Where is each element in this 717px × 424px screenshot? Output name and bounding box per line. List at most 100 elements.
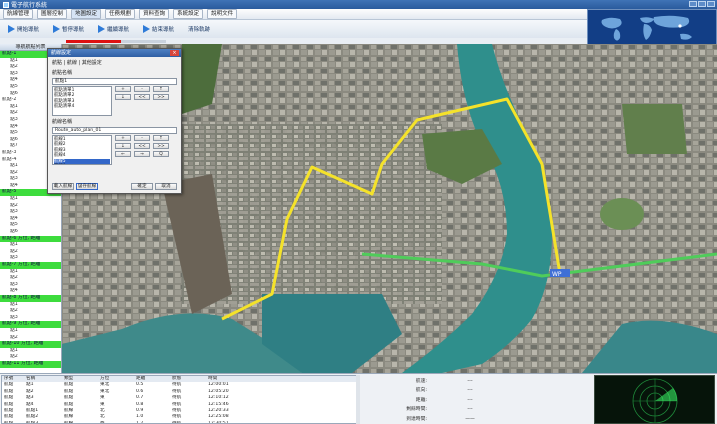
waypoint-list-row: 航點清單1 航點清單2 航點清單3 航點清單4 + - ↑ ↓ << >> xyxy=(52,86,177,116)
toolbar: 開始導航 暫停導航 繼續導航 結束導航 清除軌跡 xyxy=(0,20,587,38)
tree-item[interactable]: 航點-11 方位, 距離 xyxy=(0,360,61,368)
menu-item-query[interactable]: 資料查詢 xyxy=(139,9,170,19)
stadium xyxy=(600,198,644,230)
info-label: 航速: xyxy=(415,379,427,384)
waypoint-list[interactable]: 航點清單1 航點清單2 航點清單3 航點清單4 xyxy=(52,86,112,116)
world-map-graphic xyxy=(588,10,716,45)
menu-bar: 航線管理 圖層控制 地圖設定 任務規劃 資料查詢 系統設定 說明文件 xyxy=(0,9,587,20)
route-list-row: 航線1航線2航線3航線4航線5航線6 +-↑ ↓<<>> ←→Q xyxy=(52,135,177,165)
bottom-panel: 序號 名稱 類型 方位 距離 狀態 時間 航點 點1 航點 東北 0.5 待航 12:00:01 航點 點2… xyxy=(0,373,717,424)
clear-track-button[interactable]: 清除軌跡 xyxy=(188,25,210,33)
tree-item[interactable]: 點2 xyxy=(0,354,61,361)
tree-item[interactable]: 點1 xyxy=(0,328,61,335)
end-nav-button[interactable]: 結束導航 xyxy=(143,25,174,33)
tree-item[interactable]: 點2 xyxy=(0,308,61,315)
cancel-button[interactable]: 取消 xyxy=(155,183,177,190)
load-route-button[interactable]: 載入航線 xyxy=(52,183,74,190)
tree-item[interactable]: 航點-6 方位, 距離 xyxy=(0,235,61,243)
waypoint-name-input[interactable]: 航點1 xyxy=(52,78,177,85)
start-nav-button[interactable]: 開始導航 xyxy=(8,25,39,33)
tree-item[interactable]: 航點-8 方位, 距離 xyxy=(0,294,61,302)
route-name-input[interactable]: Route_auto_plan_01 xyxy=(52,127,177,134)
route-list[interactable]: 航線1航線2航線3航線4航線5航線6 xyxy=(52,135,112,165)
app-window: 電子航行系統 航線管理 圖層控制 地圖設定 任務規劃 資料查詢 系統設定 說明文… xyxy=(0,0,717,424)
tree-item[interactable]: 點4 xyxy=(0,288,61,295)
tree-item[interactable]: 點6 xyxy=(0,229,61,236)
route-list-action-button[interactable]: ↑ xyxy=(153,135,169,141)
radar-display xyxy=(594,375,715,424)
menu-item-task[interactable]: 任務規劃 xyxy=(105,9,136,19)
play-icon xyxy=(143,25,151,33)
route-list-action-button[interactable]: - xyxy=(134,135,150,141)
ok-button[interactable]: 確定 xyxy=(131,183,153,190)
waypoint-list-action-button[interactable]: ↑ xyxy=(153,86,169,92)
route-list-action-button[interactable]: ← xyxy=(115,151,131,157)
info-label: 到達時間: xyxy=(406,416,427,422)
waypoint-name-label: 航點名稱 xyxy=(52,70,73,76)
info-value: --- xyxy=(467,379,473,384)
tree-item[interactable]: 點1 xyxy=(0,196,61,203)
tree-item[interactable]: 點4 xyxy=(0,216,61,223)
tree-item[interactable]: 點1 xyxy=(0,269,61,276)
resume-nav-button[interactable]: 繼續導航 xyxy=(98,25,129,33)
waypoint-list-action-button[interactable]: - xyxy=(134,86,150,92)
tree-item[interactable]: 點2 xyxy=(0,335,61,342)
route-list-action-button[interactable]: → xyxy=(134,151,150,157)
tree-item[interactable]: 點3 xyxy=(0,255,61,262)
tree-item[interactable]: 航點-9 方位, 距離 xyxy=(0,321,61,328)
tree-item[interactable]: 點1 xyxy=(0,348,61,355)
info-label: 距離: xyxy=(415,397,427,403)
tree-item[interactable]: 點5 xyxy=(0,222,61,229)
dialog-footer: 載入航線 儲存航線 確定 取消 xyxy=(52,183,177,190)
tree-item[interactable]: 點3 xyxy=(0,209,61,216)
world-overview-map[interactable] xyxy=(587,9,717,46)
route-list-action-button[interactable]: ↓ xyxy=(115,143,131,149)
end-nav-label: 結束導航 xyxy=(152,27,175,33)
tree-item[interactable]: 點3 xyxy=(0,315,61,322)
route-list-action-button[interactable]: << xyxy=(134,143,150,149)
waypoint-list-action-button[interactable]: >> xyxy=(153,94,169,100)
progress-fill xyxy=(66,40,121,43)
dialog-title: 航線設定 xyxy=(51,50,72,56)
save-route-button[interactable]: 儲存航線 xyxy=(76,183,98,190)
route-list-action-button[interactable]: >> xyxy=(153,143,169,149)
pause-nav-label: 暫停導航 xyxy=(62,27,85,33)
route-list-action-button[interactable]: + xyxy=(115,135,131,141)
dialog-close-button[interactable]: × xyxy=(170,50,179,56)
tree-item[interactable]: 點2 xyxy=(0,249,61,256)
title-bar: 電子航行系統 xyxy=(0,0,717,9)
route-settings-dialog: 航線設定 × 航點 | 航線 | 其他設定 航點名稱 航點1 航點清單1 航點清單… xyxy=(47,48,182,194)
menu-item-help[interactable]: 說明文件 xyxy=(207,9,238,19)
app-icon xyxy=(3,1,9,8)
park-east xyxy=(622,104,687,154)
menu-item-layer[interactable]: 圖層控制 xyxy=(37,9,68,19)
tree-item[interactable]: 點2 xyxy=(0,275,61,282)
waypoint-list-action-button[interactable]: << xyxy=(134,94,150,100)
clear-track-label: 清除軌跡 xyxy=(188,27,211,33)
waypoint-list-item[interactable]: 航點清單4 xyxy=(54,104,110,109)
info-label: 剩餘時間: xyxy=(406,407,427,413)
tree-item[interactable]: 點1 xyxy=(0,302,61,309)
tree-item[interactable]: 點3 xyxy=(0,282,61,289)
waypoint-list-action-button[interactable]: ↓ xyxy=(115,94,131,100)
close-button[interactable] xyxy=(707,1,715,7)
pause-nav-button[interactable]: 暫停導航 xyxy=(53,25,84,33)
menu-item-route[interactable]: 航線管理 xyxy=(3,9,34,19)
info-value: —— xyxy=(465,416,475,422)
table-scrollbar[interactable] xyxy=(356,375,360,424)
waypoint-list-action-button[interactable]: + xyxy=(115,86,131,92)
route-list-item[interactable]: 航線6 xyxy=(54,164,110,165)
menu-item-system[interactable]: 系統設定 xyxy=(173,9,204,19)
info-row: 距離: --- xyxy=(400,396,520,405)
play-icon xyxy=(98,25,106,33)
dialog-tabs[interactable]: 航點 | 航線 | 其他設定 xyxy=(48,57,181,68)
route-list-action-button[interactable]: Q xyxy=(153,151,169,157)
tree-item[interactable]: 航點-7 方位, 距離 xyxy=(0,262,61,269)
play-icon xyxy=(8,25,15,33)
tree-item[interactable]: 點1 xyxy=(0,242,61,249)
maximize-button[interactable] xyxy=(698,1,706,7)
tree-item[interactable]: 點2 xyxy=(0,203,61,210)
minimize-button[interactable] xyxy=(689,1,697,7)
tree-item[interactable]: 航點-10 方位, 距離 xyxy=(0,341,61,348)
menu-item-map[interactable]: 地圖設定 xyxy=(71,9,102,19)
